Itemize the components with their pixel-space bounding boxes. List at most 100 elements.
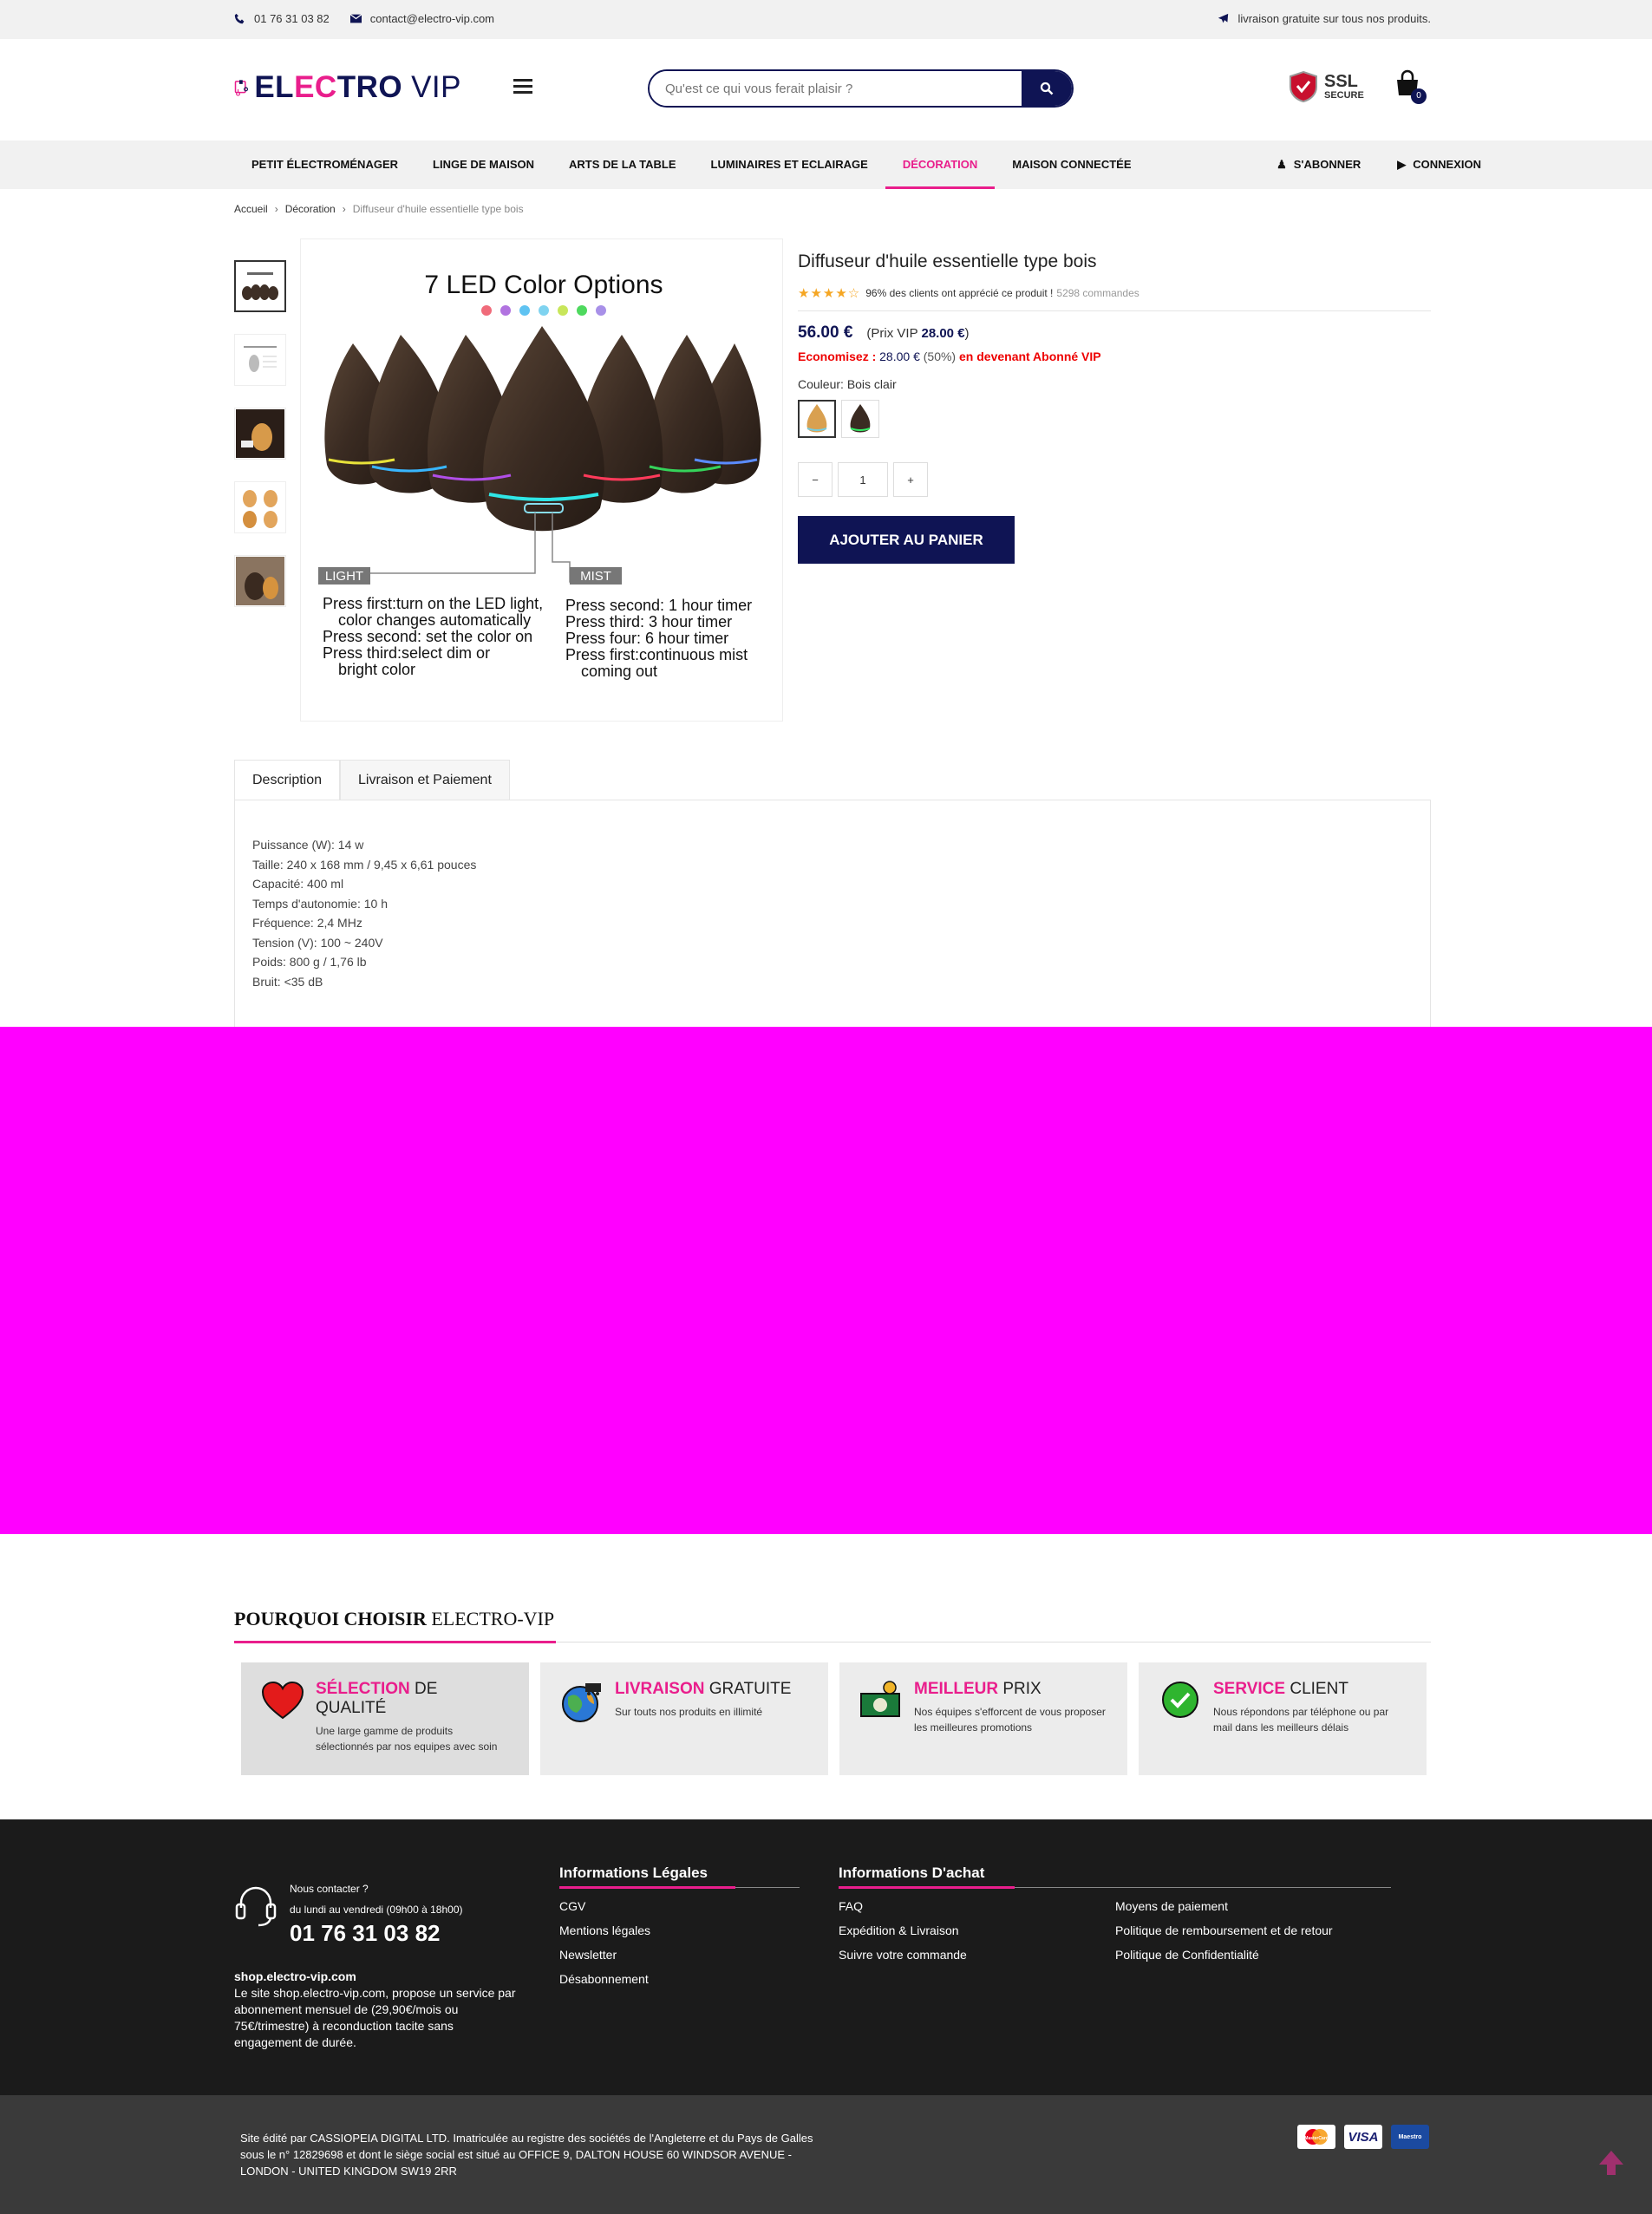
menu-toggle-icon[interactable]: [513, 79, 532, 95]
spec-line: Taille: 240 x 168 mm / 9,45 x 6,61 pouce…: [252, 857, 477, 872]
thumb-image: [236, 409, 284, 458]
qty-input[interactable]: 1: [838, 462, 888, 497]
thumbnail-5[interactable]: [234, 555, 286, 607]
footer-about: shop.electro-vip.com Le site shop.electr…: [234, 1969, 520, 2051]
thumbnail-4[interactable]: [234, 481, 286, 533]
card-highlight: SÉLECTION: [316, 1680, 410, 1698]
color-swatches: [798, 400, 1431, 438]
footer-link-expedition[interactable]: Expédition & Livraison: [839, 1923, 1115, 1938]
card-title: GRATUITE: [704, 1680, 792, 1698]
swatch-bois-clair[interactable]: [798, 400, 836, 438]
footer-link-desabonnement[interactable]: Désabonnement: [559, 1971, 800, 1987]
logo-text-4: VIP: [411, 70, 461, 104]
breadcrumb-category[interactable]: Décoration: [285, 203, 336, 215]
rating-text: 96% des clients ont apprécié ce produit …: [865, 287, 1054, 299]
why-title-rest: ELECTRO-VIP: [426, 1608, 555, 1629]
footer-link-confidentialite[interactable]: Politique de Confidentialité: [1115, 1947, 1333, 1963]
divider: [798, 310, 1431, 311]
cart-button[interactable]: 0: [1394, 69, 1427, 104]
color-value: Bois clair: [846, 377, 897, 391]
nav-item-linge-de-maison[interactable]: Linge de maison: [415, 140, 552, 189]
product-info: Diffuseur d'huile essentielle type bois …: [798, 251, 1431, 564]
search-button[interactable]: [1022, 71, 1072, 106]
dark-wood-diffuser-icon: [850, 404, 871, 433]
phone-icon: [234, 13, 245, 24]
footer-about-text: Le site shop.electro-vip.com, propose un…: [234, 1986, 516, 2049]
footer-phone[interactable]: 01 76 31 03 82: [290, 1920, 463, 1947]
nav-item-maison-connectee[interactable]: Maison connectée: [995, 140, 1148, 189]
tab-description[interactable]: Description: [234, 760, 341, 800]
product-main-image[interactable]: 7 LED Color Options LIGHT MIST Press fir…: [300, 238, 783, 722]
footer-site[interactable]: shop.electro-vip.com: [234, 1969, 520, 1985]
nav-item-luminaires[interactable]: Luminaires et eclairage: [694, 140, 885, 189]
contact-phone-text: 01 76 31 03 82: [254, 12, 330, 25]
thumbnail-1[interactable]: [234, 260, 286, 312]
nav-item-arts-de-la-table[interactable]: Arts de la table: [552, 140, 694, 189]
mastercard-text: MasterCard: [1304, 2136, 1329, 2141]
led-color-dot: [558, 305, 568, 316]
savings-cta[interactable]: en devenant Abonné VIP: [959, 349, 1101, 363]
site-logo[interactable]: ELECTRO VIP: [234, 65, 461, 110]
footer-link-newsletter[interactable]: Newsletter: [559, 1947, 800, 1963]
contact-email[interactable]: contact@electro-vip.com: [349, 12, 494, 25]
nav-item-decoration[interactable]: Décoration: [885, 140, 996, 189]
light-line: color changes automatically: [338, 611, 531, 629]
subscribe-link[interactable]: ♟ S'ABONNER: [1277, 140, 1361, 189]
login-link[interactable]: ▶ CONNEXION: [1397, 140, 1481, 189]
category-menu: Petit électroménager Linge de maison Art…: [234, 140, 1149, 189]
chevron-right-icon: ›: [274, 203, 278, 215]
spec-line: Puissance (W): 14 w: [252, 838, 364, 852]
legal-text: Site édité par CASSIOPEIA DIGITAL LTD. I…: [240, 2132, 813, 2178]
free-shipping-notice: livraison gratuite sur tous nos produits…: [1218, 12, 1431, 25]
plane-icon: [1218, 13, 1229, 23]
footer-link-faq[interactable]: FAQ: [839, 1898, 1115, 1914]
breadcrumb-home[interactable]: Accueil: [234, 203, 268, 215]
star-rating-icon: ★★★★☆: [798, 286, 861, 301]
swatch-bois-fonce[interactable]: [841, 400, 879, 438]
logo-text-2: EC: [294, 70, 337, 104]
nav-item-petit-electromenager[interactable]: Petit électroménager: [234, 140, 415, 189]
card-desc: Nos équipes s'efforcent de vous proposer…: [914, 1706, 1106, 1734]
thumbnail-3[interactable]: [234, 408, 286, 460]
footer-buy-col: Informations D'achat FAQ Expédition & Li…: [839, 1865, 1391, 1963]
add-to-cart-button[interactable]: Ajouter au panier: [798, 516, 1015, 564]
card-desc: Une large gamme de produits sélectionnés…: [316, 1725, 498, 1753]
led-color-dot: [500, 305, 511, 316]
headset-icon: [235, 1886, 277, 1927]
footer-link-cgv[interactable]: CGV: [559, 1898, 800, 1914]
savings-percent: (50%): [923, 349, 957, 363]
mist-tag: MIST: [580, 569, 611, 584]
thumbnail-2[interactable]: [234, 334, 286, 386]
diffuser-group: [324, 326, 761, 532]
search-bar: [648, 69, 1074, 108]
light-line: Press first:turn on the LED light,: [323, 595, 543, 612]
globe-cart-icon: [562, 1683, 601, 1722]
header: ELECTROVIP SSL SECURE 0: [0, 39, 1652, 140]
mist-line: Press second: 1 hour timer: [565, 597, 752, 614]
footer-link-remboursement[interactable]: Politique de remboursement et de retour: [1115, 1923, 1333, 1938]
logo-text-1: EL: [254, 70, 295, 104]
why-card-livraison: LIVRAISON GRATUITE Sur touts nos produits…: [540, 1662, 828, 1775]
product-price: 56.00 €: [798, 323, 853, 342]
tab-shipping[interactable]: Livraison et Paiement: [340, 760, 510, 800]
qty-plus-button[interactable]: +: [893, 462, 928, 497]
footer-link-paiement[interactable]: Moyens de paiement: [1115, 1898, 1333, 1914]
logo-wordmark: ELECTRO VIP: [254, 70, 461, 105]
login-label: CONNEXION: [1413, 158, 1481, 171]
chevron-right-icon: ›: [342, 203, 346, 215]
subscribe-label: S'ABONNER: [1293, 158, 1361, 171]
ssl-subtitle: SECURE: [1324, 90, 1364, 101]
search-input[interactable]: [650, 71, 1022, 106]
footer-link-suivi[interactable]: Suivre votre commande: [839, 1947, 1115, 1963]
contact-question: Nous contacter ?: [290, 1883, 369, 1895]
product-image: 7 LED Color Options LIGHT MIST Press fir…: [318, 271, 761, 680]
why-cards: SÉLECTION DE QUALITÉ Une large gamme de p…: [241, 1662, 1427, 1775]
led-color-dot: [519, 305, 530, 316]
contact-phone[interactable]: 01 76 31 03 82: [234, 12, 330, 25]
card-title: PRIX: [998, 1680, 1041, 1698]
why-title: POURQUOI CHOISIR ELECTRO-VIP: [234, 1608, 554, 1630]
scroll-to-top-icon[interactable]: [1596, 2147, 1627, 2178]
free-shipping-text: livraison gratuite sur tous nos produits…: [1237, 12, 1431, 25]
footer-link-mentions[interactable]: Mentions légales: [559, 1923, 800, 1938]
qty-minus-button[interactable]: −: [798, 462, 833, 497]
